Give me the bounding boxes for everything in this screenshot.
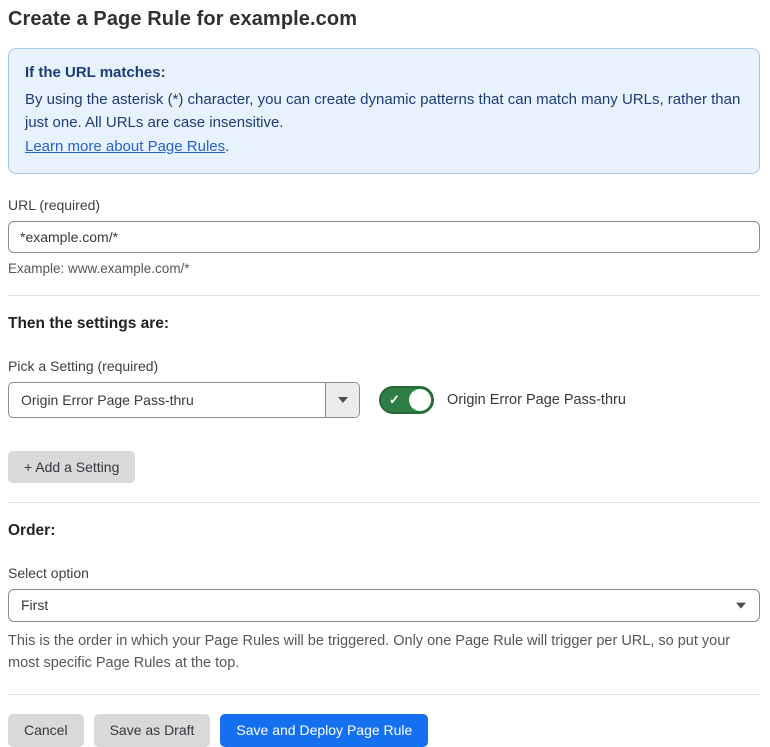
setting-select-caret-button[interactable]	[325, 382, 359, 417]
url-input[interactable]	[8, 220, 760, 253]
url-field-label: URL (required)	[8, 196, 101, 213]
url-example-helper: Example: www.example.com/*	[8, 260, 190, 276]
order-section-heading: Order:	[8, 521, 56, 539]
settings-section-heading: Then the settings are:	[8, 314, 170, 332]
setting-select-value: Origin Error Page Pass-thru	[21, 391, 194, 408]
order-select[interactable]: First	[8, 588, 760, 622]
url-match-info-callout: If the URL matches: By using the asteris…	[8, 48, 760, 174]
setting-select[interactable]: Origin Error Page Pass-thru	[8, 381, 360, 418]
footer-actions: Cancel Save as Draft Save and Deploy Pag…	[8, 713, 760, 747]
info-callout-body: By using the asterisk (*) character, you…	[25, 90, 741, 132]
chevron-down-icon	[337, 396, 348, 403]
order-select-label: Select option	[8, 564, 89, 581]
divider	[8, 294, 760, 296]
add-setting-button[interactable]: + Add a Setting	[8, 450, 136, 483]
cancel-button[interactable]: Cancel	[8, 713, 84, 747]
setting-toggle[interactable]: ✓	[379, 385, 434, 414]
learn-more-link[interactable]: Learn more about Page Rules	[25, 138, 225, 155]
page-title: Create a Page Rule for example.com	[8, 8, 358, 30]
divider	[8, 693, 760, 695]
order-select-value: First	[21, 597, 49, 614]
page-rule-form: Create a Page Rule for example.com If th…	[0, 0, 770, 747]
save-draft-button[interactable]: Save as Draft	[93, 713, 211, 747]
pick-setting-label: Pick a Setting (required)	[8, 357, 159, 374]
info-callout-link-line: Learn more about Page Rules.	[25, 135, 743, 159]
check-icon: ✓	[389, 391, 400, 407]
divider	[8, 501, 760, 503]
info-callout-heading: If the URL matches:	[25, 64, 166, 81]
save-deploy-button[interactable]: Save and Deploy Page Rule	[220, 713, 429, 747]
toggle-knob	[409, 388, 431, 411]
link-suffix: .	[225, 138, 230, 156]
order-helper-text: This is the order in which your Page Rul…	[8, 632, 731, 672]
setting-row: Origin Error Page Pass-thru ✓ Origin Err…	[8, 381, 760, 418]
setting-toggle-label: Origin Error Page Pass-thru	[447, 391, 626, 408]
chevron-down-icon	[736, 602, 746, 609]
